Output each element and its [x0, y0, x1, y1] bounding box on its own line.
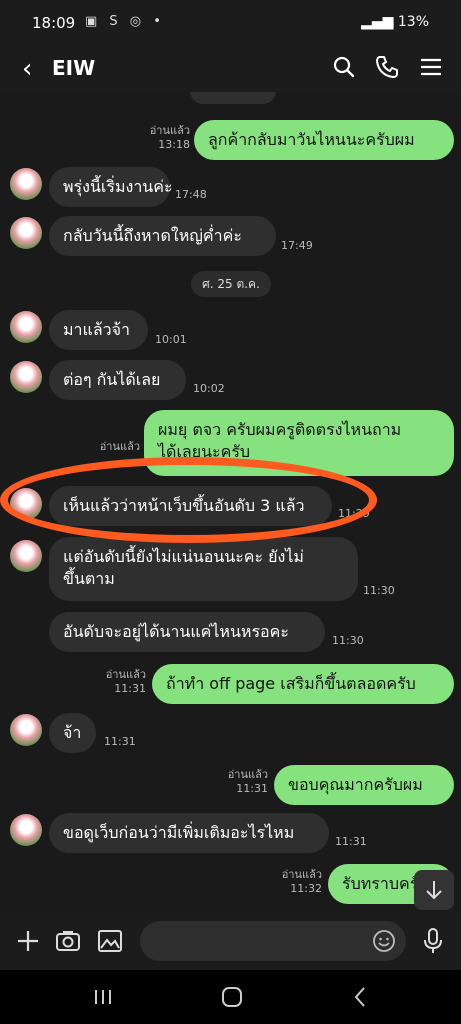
message-bubble-outgoing[interactable]: ลูกค้ากลับมาวันไหนนะครับผม — [194, 120, 454, 160]
message-bubble-outgoing[interactable]: ถ้าทำ off page เสริมก็ขึ้นตลอดครับ — [152, 664, 454, 704]
date-separator: ศ. 25 ต.ค. — [191, 271, 271, 297]
message-bubble-incoming[interactable]: อันดับจะอยู่ได้นานแค่ไหนหรอคะ — [49, 612, 325, 652]
status-right: ▂▄▆ 13% — [361, 14, 429, 30]
message-time: 11:30 — [332, 634, 364, 647]
status-bar: 18:09 ▣ S ◎ • ▂▄▆ 13% — [0, 0, 461, 44]
chat-title: EIW — [52, 56, 96, 80]
message-time: 11:31 — [335, 835, 367, 848]
message-bubble-incoming[interactable]: พรุ่งนี้เริ่มงานค่ะ — [49, 167, 173, 207]
camera-icon[interactable] — [55, 928, 81, 954]
message-input[interactable] — [140, 921, 406, 961]
gallery-icon[interactable] — [97, 928, 123, 954]
avatar[interactable] — [10, 814, 42, 846]
message-time: 10:01 — [155, 333, 187, 346]
message-bubble-incoming[interactable]: แต่อันดับนี้ยังไม่แน่นอนนะคะ ยังไม่ ขึ้นต… — [49, 537, 358, 601]
avatar[interactable] — [10, 311, 42, 343]
message-bubble-incoming[interactable]: ต่อๆ กันได้เลย — [49, 360, 186, 400]
message-meta: อ่านแล้ว — [99, 440, 140, 453]
message-meta: อ่านแล้ว 13:18 — [149, 124, 190, 151]
recents-icon[interactable] — [92, 987, 114, 1007]
scroll-down-button[interactable] — [414, 870, 454, 910]
message-meta: อ่านแล้ว 11:31 — [227, 768, 268, 795]
cutoff-bubble — [190, 92, 276, 104]
battery-text: 13% — [397, 14, 429, 30]
emoji-icon[interactable] — [372, 929, 396, 953]
message-bubble-incoming[interactable]: จ้า — [49, 713, 96, 753]
system-nav-bar — [0, 970, 461, 1024]
mic-icon[interactable] — [421, 927, 445, 955]
search-icon[interactable] — [331, 54, 357, 80]
home-icon[interactable] — [220, 985, 244, 1009]
avatar[interactable] — [10, 168, 42, 200]
message-time: 10:02 — [193, 382, 225, 395]
message-bubble-incoming[interactable]: กลับวันนี้ถึงหาดใหญ่ค่ำค่ะ — [49, 216, 276, 256]
notification-icons: ▣ S ◎ • — [85, 14, 165, 29]
message-time: 11:31 — [104, 735, 136, 748]
highlight-annotation — [0, 457, 377, 543]
input-bar — [0, 912, 461, 970]
avatar[interactable] — [10, 714, 42, 746]
scroll-down-icon — [426, 881, 442, 900]
message-bubble-outgoing[interactable]: ขอบคุณมากครับผม — [274, 765, 454, 805]
back-icon[interactable]: ‹ — [22, 54, 32, 84]
menu-icon[interactable] — [418, 54, 444, 80]
avatar[interactable] — [10, 540, 42, 572]
phone-icon[interactable] — [374, 54, 400, 80]
signal-icon: ▂▄▆ — [361, 14, 398, 30]
message-bubble-incoming[interactable]: มาแล้วจ้า — [49, 310, 148, 350]
message-meta: อ่านแล้ว 11:31 — [105, 668, 146, 695]
nav-back-icon[interactable] — [350, 985, 370, 1009]
chat-header: ‹ EIW — [0, 44, 461, 92]
avatar[interactable] — [10, 217, 42, 249]
message-time: 17:48 — [175, 188, 207, 201]
message-time: 17:49 — [281, 239, 313, 252]
plus-icon[interactable] — [16, 929, 40, 953]
message-meta: อ่านแล้ว 11:32 — [281, 868, 322, 895]
message-bubble-incoming[interactable]: ขอดูเว็บก่อนว่ามีเพิ่มเติมอะไรไหม — [49, 813, 329, 853]
avatar[interactable] — [10, 361, 42, 393]
message-time: 11:30 — [363, 584, 395, 597]
chat-area[interactable]: อ่านแล้ว 13:18 ลูกค้ากลับมาวันไหนนะครับผม… — [0, 92, 461, 912]
status-time: 18:09 — [32, 14, 76, 32]
